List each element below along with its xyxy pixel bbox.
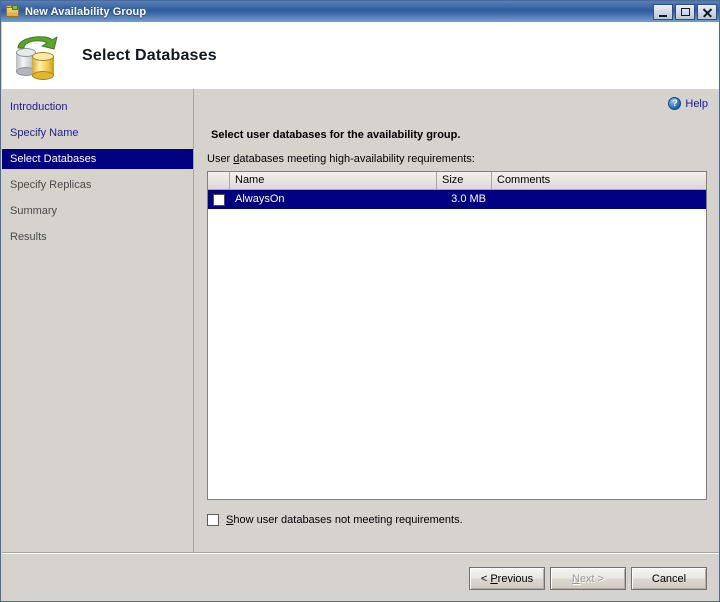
sidebar-item-select-databases[interactable]: Select Databases — [2, 149, 193, 169]
label-part-post: how user databases not meeting requireme… — [233, 514, 463, 526]
sidebar-item-summary[interactable]: Summary — [2, 201, 193, 221]
column-header-name[interactable]: Name — [230, 172, 437, 189]
cancel-button[interactable]: Cancel — [631, 567, 707, 590]
window-controls — [653, 3, 719, 20]
new-availability-group-dialog: New Availability Group Select Databases — [0, 0, 720, 602]
sidebar-item-label: Results — [10, 231, 47, 243]
row-name: AlwaysOn — [235, 193, 285, 205]
content-pane: ? Help Select user databases for the ava… — [195, 89, 719, 601]
sidebar-item-introduction[interactable]: Introduction — [2, 97, 193, 117]
help-link[interactable]: ? Help — [668, 97, 708, 110]
dialog-footer: < Previous Next > Cancel — [2, 554, 719, 601]
databases-list-view[interactable]: Name Size Comments AlwaysOn 3.0 MB — [207, 171, 707, 500]
column-header-size[interactable]: Size — [437, 172, 492, 189]
sidebar-item-label: Specify Replicas — [10, 179, 92, 191]
dialog-header: Select Databases — [2, 22, 719, 89]
sidebar-item-results[interactable]: Results — [2, 227, 193, 247]
help-label: Help — [685, 97, 708, 110]
maximize-button[interactable] — [675, 3, 695, 20]
button-label-pre: < — [480, 572, 491, 585]
list-header-row: Name Size Comments — [208, 172, 706, 190]
database-select-checkbox[interactable] — [213, 193, 225, 206]
databases-list-label: User databases meeting high-availability… — [207, 153, 475, 165]
minimize-button[interactable] — [653, 3, 673, 20]
sidebar-item-label: Introduction — [10, 101, 68, 113]
sidebar-item-specify-name[interactable]: Specify Name — [2, 123, 193, 143]
help-circle-icon: ? — [668, 97, 682, 110]
availability-group-icon — [5, 4, 21, 20]
title-bar: New Availability Group — [1, 1, 719, 22]
sidebar-item-label: Specify Name — [10, 127, 79, 139]
button-label-post: revious — [497, 572, 534, 585]
table-row[interactable]: AlwaysOn 3.0 MB — [208, 190, 706, 209]
show-not-meeting-label: Show user databases not meeting requirem… — [226, 514, 463, 526]
column-header-comments[interactable]: Comments — [492, 172, 706, 189]
label-part-pre: User — [207, 153, 234, 165]
column-header-checkbox[interactable] — [208, 172, 230, 189]
sidebar-item-label: Summary — [10, 205, 58, 217]
button-accelerator: N — [571, 572, 580, 585]
show-not-meeting-checkbox[interactable] — [207, 514, 219, 526]
button-accelerator: P — [490, 572, 498, 585]
sidebar-item-label: Select Databases — [10, 153, 97, 165]
wizard-steps-sidebar: Introduction Specify Name Select Databas… — [2, 89, 194, 601]
label-part-post: atabases meeting high-availability requi… — [239, 153, 475, 165]
dialog-body: Introduction Specify Name Select Databas… — [2, 89, 719, 601]
show-not-meeting-row[interactable]: Show user databases not meeting requirem… — [207, 514, 463, 526]
database-sync-icon — [10, 30, 62, 82]
sidebar-item-specify-replicas[interactable]: Specify Replicas — [2, 175, 193, 195]
row-checkbox-cell — [208, 193, 230, 206]
previous-button[interactable]: < Previous — [469, 567, 545, 590]
target-database-icon — [32, 51, 54, 80]
next-button[interactable]: Next > — [550, 567, 626, 590]
row-size: 3.0 MB — [451, 193, 486, 205]
page-title: Select Databases — [82, 46, 217, 64]
button-label-post: ext > — [579, 572, 605, 585]
instruction-text: Select user databases for the availabili… — [211, 129, 461, 141]
window-title: New Availability Group — [25, 5, 147, 18]
close-button[interactable] — [697, 3, 717, 20]
